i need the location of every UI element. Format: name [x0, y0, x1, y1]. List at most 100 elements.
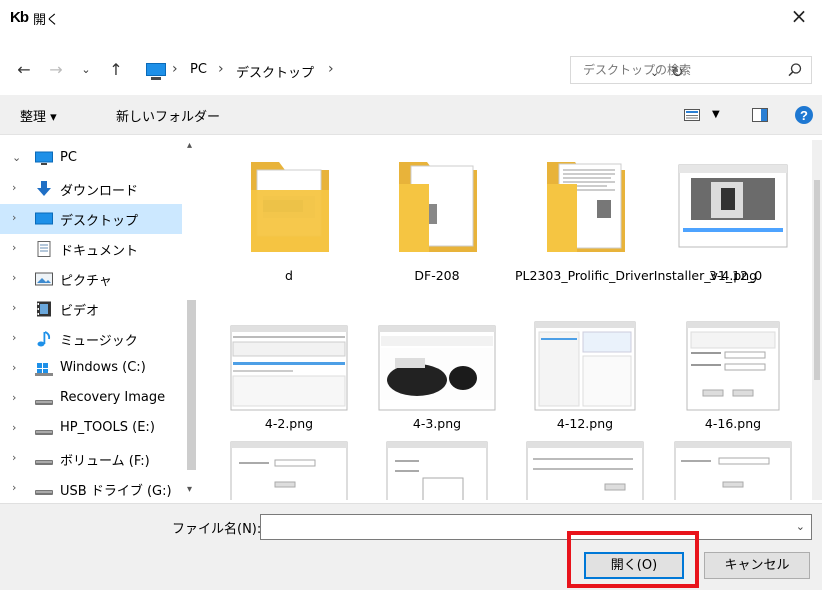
- file-name: 4-3.png: [412, 416, 462, 431]
- nav-item-label: Recovery Image: [60, 390, 166, 405]
- nav-item-windows-c[interactable]: › Windows (C:): [0, 354, 182, 384]
- title-bar: Kb 開く ×: [0, 0, 822, 34]
- expand-chevron-icon[interactable]: ›: [12, 331, 16, 344]
- view-options-icon[interactable]: [684, 109, 700, 121]
- image-thumbnail-icon: [526, 441, 644, 500]
- breadcrumb-separator-icon[interactable]: ›: [172, 61, 178, 77]
- file-item-folder-d[interactable]: d: [219, 150, 359, 310]
- organize-button[interactable]: 整理 ▾: [20, 106, 57, 125]
- expand-chevron-icon[interactable]: ›: [12, 181, 16, 194]
- image-thumbnail-icon: [534, 321, 636, 411]
- breadcrumb-desktop[interactable]: デスクトップ: [236, 62, 314, 81]
- folder-icon: [547, 162, 625, 252]
- expand-chevron-icon[interactable]: ›: [12, 301, 16, 314]
- picture-icon: [35, 272, 53, 286]
- file-item-4-16-png[interactable]: 4-16.png: [663, 318, 803, 438]
- preview-pane-icon[interactable]: [752, 108, 768, 122]
- file-name: 3-4.png: [708, 268, 758, 283]
- nav-item-hp-tools[interactable]: › HP_TOOLS (E:): [0, 414, 182, 444]
- content-scrollbar[interactable]: [812, 140, 822, 500]
- image-thumbnail-icon: [230, 441, 348, 500]
- nav-item-usb-g[interactable]: › USB ドライブ (G:): [0, 474, 182, 500]
- expand-chevron-icon[interactable]: ⌄: [12, 151, 21, 164]
- expand-chevron-icon[interactable]: ›: [12, 451, 16, 464]
- expand-chevron-icon[interactable]: ›: [12, 271, 16, 284]
- new-folder-button[interactable]: 新しいフォルダー: [116, 106, 220, 125]
- expand-chevron-icon[interactable]: ›: [12, 211, 16, 224]
- close-button[interactable]: ×: [784, 2, 814, 30]
- windows-drive-icon: [35, 363, 53, 376]
- monitor-icon: [35, 151, 53, 165]
- search-input[interactable]: [583, 61, 773, 79]
- scroll-up-arrow-icon[interactable]: ▴: [187, 140, 192, 151]
- scrollbar-thumb[interactable]: [814, 180, 820, 380]
- back-arrow-icon[interactable]: ←: [14, 60, 34, 80]
- file-item-4-3-png[interactable]: 4-3.png: [367, 318, 507, 438]
- nav-pane-scrollbar[interactable]: ▴ ▾: [183, 140, 200, 500]
- image-thumbnail-icon: [678, 164, 788, 248]
- image-thumbnail-icon: [378, 325, 496, 411]
- file-item-image[interactable]: [515, 438, 655, 500]
- nav-item-videos[interactable]: › ビデオ: [0, 294, 182, 324]
- scroll-down-arrow-icon[interactable]: ▾: [187, 484, 192, 495]
- music-note-icon: [37, 331, 51, 347]
- image-thumbnail-icon: [674, 441, 792, 500]
- file-item-image[interactable]: [663, 438, 803, 500]
- file-item-4-12-png[interactable]: 4-12.png: [515, 318, 655, 438]
- nav-item-recovery[interactable]: › Recovery Image: [0, 384, 182, 414]
- filename-dropdown-icon[interactable]: ⌄: [796, 520, 805, 533]
- filename-combobox[interactable]: ⌄: [260, 514, 812, 540]
- address-bar[interactable]: › PC › デスクトップ › ⌄ ↻: [142, 56, 684, 84]
- expand-chevron-icon[interactable]: ›: [12, 241, 16, 254]
- expand-chevron-icon[interactable]: ›: [12, 421, 16, 434]
- search-icon[interactable]: [787, 62, 803, 78]
- navigation-row: ← → ⌄ ↑ › PC › デスクトップ › ⌄ ↻: [0, 52, 822, 88]
- up-arrow-icon[interactable]: ↑: [106, 60, 126, 80]
- expand-chevron-icon[interactable]: ›: [12, 391, 16, 404]
- nav-item-volume-f[interactable]: › ボリューム (F:): [0, 444, 182, 474]
- help-icon[interactable]: ?: [794, 105, 814, 125]
- breadcrumb-separator-icon[interactable]: ›: [218, 61, 224, 77]
- video-icon: [37, 301, 51, 317]
- file-name: DF-208: [414, 268, 460, 283]
- nav-item-documents[interactable]: › ドキュメント: [0, 234, 182, 264]
- expand-chevron-icon[interactable]: ›: [12, 361, 16, 374]
- breadcrumb-pc[interactable]: PC: [190, 62, 207, 77]
- forward-arrow-icon[interactable]: →: [46, 60, 66, 80]
- nav-item-label: HP_TOOLS (E:): [60, 420, 155, 435]
- usb-drive-icon: [35, 490, 53, 495]
- file-item-folder-df208[interactable]: DF-208: [367, 150, 507, 310]
- file-name: PL2303_Prolific_DriverInstaller_v1_12_0: [515, 268, 763, 283]
- view-dropdown-icon[interactable]: ▼: [712, 109, 720, 120]
- navigation-pane: ⌄ PC › ダウンロード › デスクトップ › ドキュメント › ピクチャ ›…: [0, 140, 200, 500]
- breadcrumb-separator-icon[interactable]: ›: [328, 61, 334, 77]
- image-thumbnail-icon: [686, 321, 780, 411]
- nav-item-music[interactable]: › ミュージック: [0, 324, 182, 354]
- file-list: d DF-208 PL2303_Prolific_DriverInstaller…: [201, 140, 810, 500]
- cancel-button[interactable]: キャンセル: [704, 552, 810, 579]
- nav-item-label: USB ドライブ (G:): [60, 484, 172, 499]
- file-item-image[interactable]: [219, 438, 359, 500]
- file-item-folder-pl2303[interactable]: PL2303_Prolific_DriverInstaller_v1_12_0: [515, 150, 763, 310]
- nav-item-desktop[interactable]: › デスクトップ: [0, 204, 182, 234]
- expand-chevron-icon[interactable]: ›: [12, 481, 16, 494]
- drive-icon: [35, 430, 53, 435]
- image-thumbnail-icon: [386, 441, 488, 500]
- folder-icon: [399, 162, 477, 252]
- file-item-image[interactable]: [367, 438, 507, 500]
- scrollbar-thumb[interactable]: [187, 300, 196, 470]
- nav-item-pictures[interactable]: › ピクチャ: [0, 264, 182, 294]
- filename-input[interactable]: [265, 518, 785, 536]
- search-box[interactable]: [570, 56, 812, 84]
- file-name: 4-2.png: [264, 416, 314, 431]
- highlight-annotation: [567, 531, 699, 588]
- nav-item-downloads[interactable]: › ダウンロード: [0, 174, 182, 204]
- nav-item-label: ボリューム (F:): [60, 454, 150, 469]
- nav-item-pc[interactable]: ⌄ PC: [0, 144, 182, 174]
- file-item-3-4-png[interactable]: 3-4.png: [663, 150, 803, 310]
- download-arrow-icon: [37, 181, 51, 196]
- recent-locations-chevron-icon[interactable]: ⌄: [76, 60, 96, 80]
- file-item-4-2-png[interactable]: 4-2.png: [219, 318, 359, 438]
- nav-item-label: Windows (C:): [60, 360, 146, 375]
- drive-icon: [35, 400, 53, 405]
